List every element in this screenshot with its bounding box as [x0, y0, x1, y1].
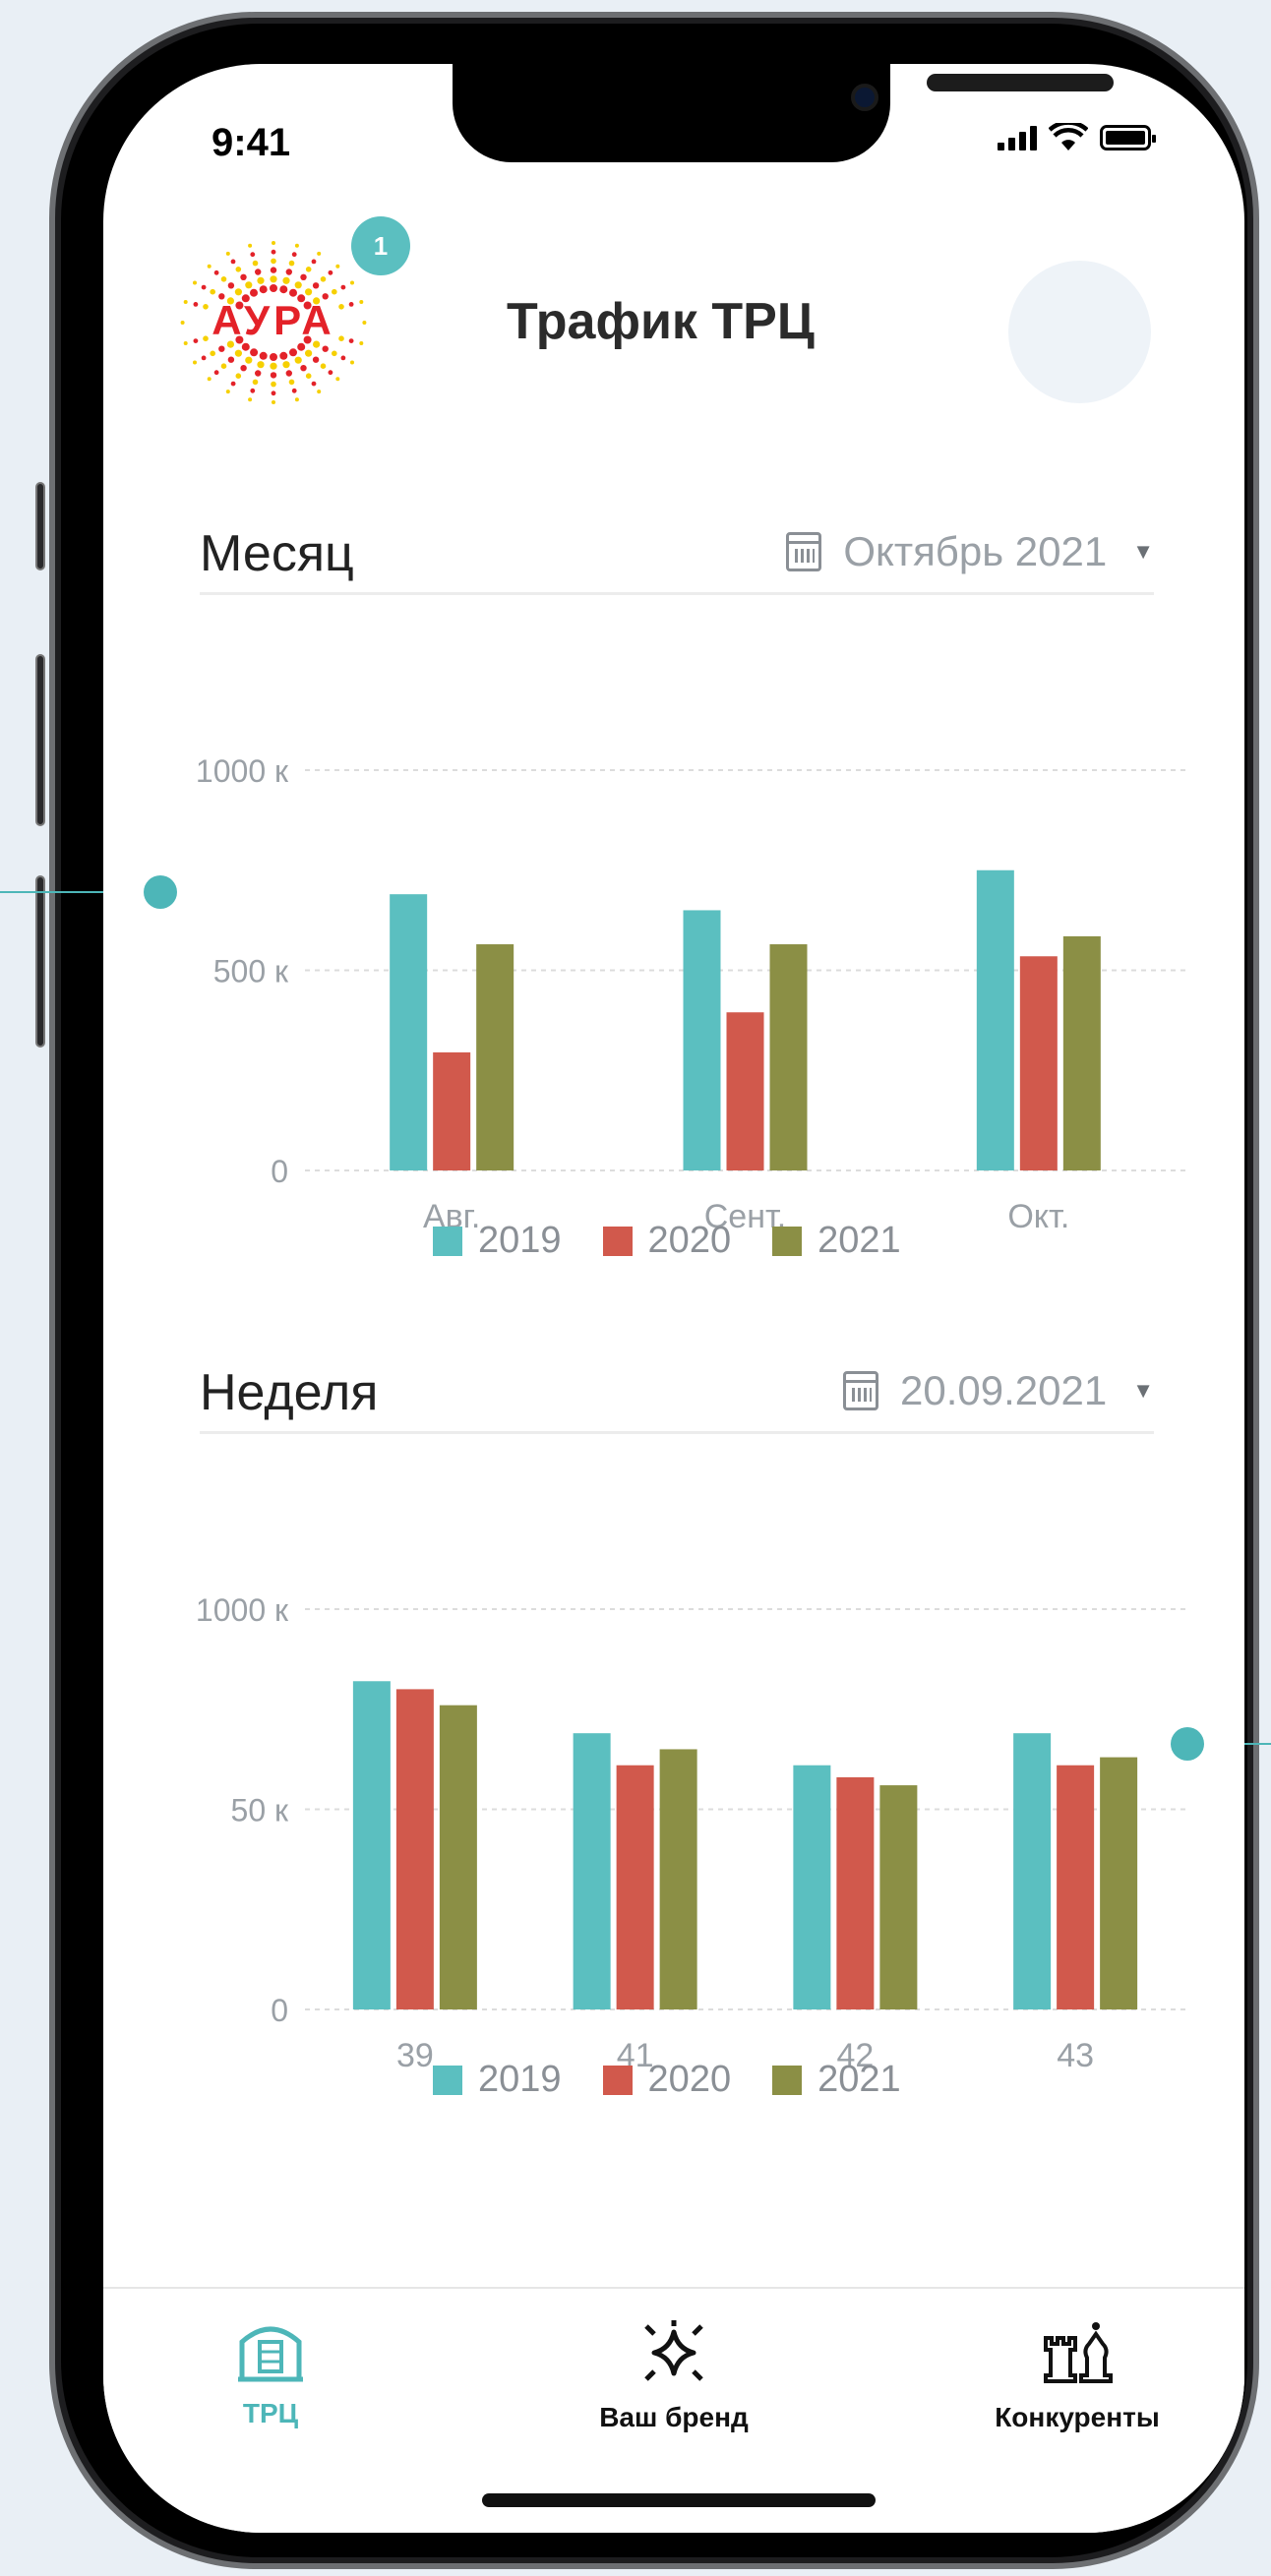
- legend-item-2020: 2020: [602, 2059, 731, 2101]
- y-tick-label: 0: [271, 1154, 288, 1189]
- signal-icon: [998, 125, 1037, 150]
- tab-brand[interactable]: Ваш бренд: [526, 2318, 821, 2433]
- x-tick-label: 43: [1057, 2037, 1094, 2074]
- bar-2020-Авг.: [433, 1051, 471, 1170]
- page-title: Трафик ТРЦ: [507, 293, 815, 350]
- bar-2020-39: [395, 1689, 434, 2009]
- app-screen: 9:41 АУРА 1 Трафик ТРЦ Месяц Октябрь 202…: [103, 64, 1244, 2533]
- bar-2020-41: [616, 1765, 654, 2009]
- chevron-down-icon: ▼: [1132, 539, 1154, 564]
- bar-2021-43: [1100, 1757, 1138, 2009]
- volume-up-button: [35, 654, 45, 826]
- wifi-icon: [1049, 123, 1088, 150]
- bar-2019-43: [1013, 1733, 1052, 2009]
- week-chart: 1000 к50 к039 41 42 43: [196, 1592, 1185, 2074]
- tab-brand-label: Ваш бренд: [599, 2402, 749, 2432]
- bar-2019-Сент.: [683, 910, 721, 1170]
- home-indicator[interactable]: [482, 2493, 876, 2507]
- bar-2020-42: [836, 1776, 875, 2009]
- mall-icon: [238, 2326, 303, 2382]
- front-camera: [851, 84, 878, 111]
- bar-2021-41: [659, 1749, 697, 2009]
- month-title: Месяц: [200, 525, 354, 582]
- x-tick-label: Окт.: [1007, 1198, 1069, 1235]
- bar-2021-Авг.: [476, 944, 514, 1170]
- notch: [453, 64, 1114, 162]
- bar-2019-42: [793, 1765, 831, 2009]
- bar-2020-Окт.: [1019, 956, 1058, 1170]
- legend-item-2020: 2020: [602, 1220, 731, 1262]
- bar-2020-43: [1057, 1765, 1095, 2009]
- y-tick-label: 1000 к: [196, 1592, 289, 1628]
- silent-switch: [35, 482, 45, 570]
- y-tick-label: 50 к: [231, 1793, 289, 1828]
- month-legend: 2019 2020 2021: [433, 1220, 901, 1262]
- sparkle-icon: [644, 2320, 703, 2381]
- legend-item-2019: 2019: [433, 2059, 562, 2101]
- logo-text: АУРА: [212, 297, 335, 343]
- tab-competitors[interactable]: Конкуренты: [930, 2318, 1225, 2433]
- y-tick-label: 0: [271, 1993, 288, 2028]
- status-time: 9:41: [212, 121, 291, 164]
- bar-2021-42: [879, 1785, 918, 2009]
- bar-2020-Сент.: [726, 1012, 764, 1170]
- tab-competitors-label: Конкуренты: [995, 2402, 1160, 2432]
- legend-item-2019: 2019: [433, 1220, 562, 1262]
- week-legend: 2019 2020 2021: [433, 2059, 901, 2101]
- x-tick-label: 39: [396, 2037, 434, 2074]
- legend-item-2021: 2021: [772, 2059, 901, 2101]
- notification-badge[interactable]: 1: [351, 216, 410, 275]
- bar-2019-39: [352, 1681, 391, 2009]
- volume-down-button: [35, 875, 45, 1048]
- speaker: [927, 74, 1114, 91]
- bar-2021-Сент.: [769, 944, 808, 1170]
- bar-2019-Авг.: [390, 894, 428, 1170]
- avatar[interactable]: [1008, 261, 1151, 403]
- status-icons: [998, 123, 1156, 152]
- month-picker-value: Октябрь 2021: [843, 528, 1108, 574]
- bar-2021-39: [439, 1705, 477, 2009]
- month-section-header: Месяц Октябрь 2021 ▼: [200, 516, 1154, 595]
- annotation-dot-left: [144, 875, 177, 909]
- bar-2019-41: [573, 1733, 611, 2009]
- battery-icon: [1100, 125, 1156, 150]
- calendar-icon: [843, 1371, 878, 1410]
- annotation-dot-right: [1171, 1727, 1204, 1761]
- chess-icon: [1044, 2322, 1113, 2383]
- month-chart: 1000 к500 к0Авг. Сент. Окт.: [196, 753, 1185, 1235]
- calendar-icon: [786, 532, 822, 571]
- week-picker[interactable]: 20.09.2021 ▼: [843, 1367, 1154, 1414]
- y-tick-label: 500 к: [213, 954, 289, 989]
- week-picker-value: 20.09.2021: [900, 1367, 1108, 1413]
- chevron-down-icon: ▼: [1132, 1378, 1154, 1403]
- y-tick-label: 1000 к: [196, 753, 289, 789]
- bar-2021-Окт.: [1062, 935, 1101, 1170]
- legend-item-2021: 2021: [772, 1220, 901, 1262]
- tab-trc[interactable]: ТРЦ: [123, 2318, 418, 2429]
- week-section-header: Неделя 20.09.2021 ▼: [200, 1355, 1154, 1434]
- tab-trc-label: ТРЦ: [242, 2398, 299, 2428]
- month-picker[interactable]: Октябрь 2021 ▼: [786, 528, 1154, 575]
- week-title: Неделя: [200, 1364, 379, 1421]
- bar-2019-Окт.: [976, 869, 1014, 1170]
